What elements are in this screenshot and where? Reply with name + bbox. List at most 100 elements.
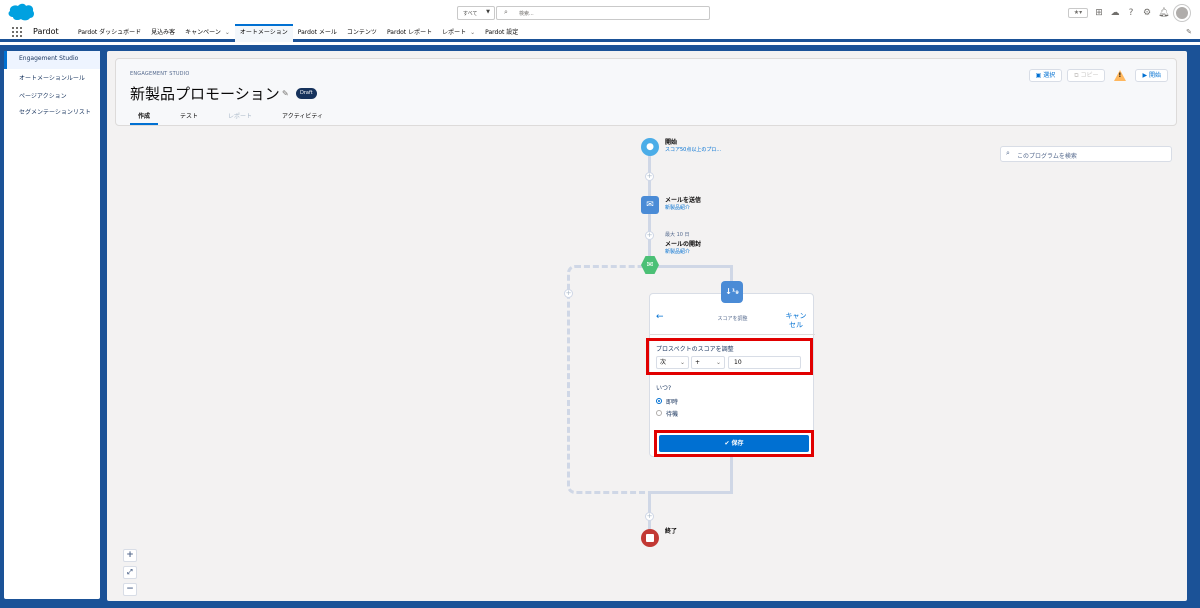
select-button-label: 選択 — [1043, 72, 1056, 79]
nav-item[interactable]: Pardot 設定 — [480, 24, 523, 42]
page-tab[interactable]: テスト — [172, 111, 206, 125]
search-scope-label: すべて — [463, 11, 478, 17]
page-actions: ▣ 選択 ⧉ コピー ! ▶ 開始 — [1028, 69, 1168, 82]
copy-button-label: コピー — [1080, 72, 1099, 79]
start-node-sub[interactable]: スコア50点以上のプロ... — [665, 146, 721, 153]
trailhead-icon[interactable]: ☁ — [1110, 8, 1120, 18]
card-divider — [650, 334, 815, 335]
page-header: ENGAGEMENT STUDIO 新製品プロモーション ✎ Draft 作成テ… — [115, 58, 1177, 126]
nav-items: Pardot ダッシュボード 見込み客 キャンペーン ⌄ オートメーション Pardot … — [73, 24, 523, 42]
global-header: すべて ▼ ⌕ 検索... ★▾ ⊞ ☁ ? ⚙ 🔔︎ — [0, 0, 1200, 24]
nav-item-label: Pardot レポート — [386, 29, 433, 36]
timing-radio-immediate[interactable] — [656, 398, 662, 404]
send-email-node-label: メールを送信 — [665, 197, 702, 204]
search-icon: ⌕ — [504, 8, 508, 16]
search-scope-select[interactable]: すべて ▼ — [457, 6, 495, 20]
start-node-label: 開始 — [665, 139, 678, 146]
zoom-fit-button[interactable]: ⤢ — [123, 566, 137, 579]
nav-item-label: キャンペーン — [185, 29, 221, 36]
main-panel: ENGAGEMENT STUDIO 新製品プロモーション ✎ Draft 作成テ… — [107, 51, 1187, 601]
zoom-out-button[interactable]: − — [123, 583, 137, 596]
score-mode-select[interactable]: 次 ⌄ — [656, 356, 689, 369]
score-amount-input[interactable]: 10 — [728, 356, 801, 369]
score-operator-select[interactable]: + ⌄ — [691, 356, 725, 369]
end-node-icon[interactable] — [641, 529, 659, 547]
nav-item-label: オートメーション — [239, 29, 288, 36]
edit-title-icon[interactable]: ✎ — [282, 89, 289, 98]
connector-line — [657, 265, 733, 268]
edit-nav-icon[interactable]: ✎ — [1186, 28, 1192, 36]
sidebar-item[interactable]: Engagement Studio — [4, 51, 100, 69]
open-email-node-label: メールの開封 — [665, 241, 702, 248]
when-label: いつ? — [656, 385, 672, 392]
add-step-button[interactable]: + — [645, 231, 654, 240]
chevron-down-icon: ▼ — [486, 9, 490, 15]
global-search-placeholder: 検索... — [519, 11, 534, 17]
score-operator-value: + — [695, 359, 701, 366]
page-tab[interactable]: アクティビティ — [274, 111, 331, 125]
user-avatar[interactable] — [1174, 5, 1190, 21]
add-step-button[interactable]: + — [564, 289, 573, 298]
zoom-in-button[interactable]: + — [123, 549, 137, 562]
nav-item[interactable]: Pardot メール — [293, 24, 342, 42]
nav-item-label: 見込み客 — [151, 29, 176, 36]
score-mode-value: 次 — [660, 359, 667, 366]
nav-item[interactable]: Pardot ダッシュボード — [73, 24, 146, 42]
start-button-label: 開始 — [1148, 72, 1161, 79]
score-field-label: プロスペクトのスコアを調整 — [656, 346, 734, 353]
adjust-score-card: ← スコアを調整 キャンセル プロスペクトのスコアを調整 次 ⌄ + ⌄ 10 … — [646, 293, 815, 457]
page-title: 新製品プロモーション — [130, 85, 280, 103]
page-tab: レポート — [228, 113, 253, 120]
left-sidebar: Engagement Studio オートメーションルール ページアクション セグメン… — [4, 51, 100, 599]
adjust-score-icon: ↓¹₉ — [721, 281, 743, 303]
app-nav-bar: Pardot Pardot ダッシュボード 見込み客 キャンペーン ⌄ オートメーション… — [0, 24, 1200, 42]
add-step-button[interactable]: + — [645, 512, 654, 521]
timing-radio-wait[interactable] — [656, 410, 662, 416]
start-button[interactable]: ▶ 開始 — [1135, 69, 1168, 82]
save-button[interactable]: ✔ 保存 — [659, 435, 809, 452]
nav-item-label: Pardot 設定 — [485, 29, 519, 36]
page-tabs: 作成 テスト レポート アクティビティ — [130, 111, 331, 125]
status-badge: Draft — [296, 88, 317, 99]
nav-item[interactable]: レポート ⌄ — [437, 24, 480, 42]
gear-icon[interactable]: ⚙ — [1142, 8, 1152, 18]
nav-item[interactable]: コンテンツ — [342, 24, 382, 42]
bell-icon[interactable]: 🔔︎ — [1158, 8, 1169, 18]
branch-dashed-path — [567, 265, 653, 494]
page-eyebrow: ENGAGEMENT STUDIO — [130, 71, 190, 77]
cancel-link[interactable]: キャンセル — [783, 312, 809, 330]
chevron-down-icon[interactable]: ⌄ — [225, 29, 230, 36]
sidebar-item[interactable]: セグメンテーションリスト — [4, 105, 100, 133]
chevron-down-icon: ⌄ — [679, 359, 685, 366]
start-node-icon[interactable]: ● — [641, 138, 659, 156]
warning-icon[interactable]: ! — [1114, 70, 1127, 81]
copy-button[interactable]: ⧉ コピー — [1067, 69, 1106, 82]
chevron-down-icon[interactable]: ⌄ — [470, 29, 475, 36]
nav-item-label: レポート — [442, 29, 467, 36]
nav-item[interactable]: Pardot レポート — [382, 24, 437, 42]
help-icon[interactable]: ? — [1126, 8, 1136, 18]
sidebar-item[interactable]: オートメーションルール — [4, 69, 100, 87]
flow-canvas[interactable]: + + + + ● 開始 スコア50点以上のプロ... ✉ メールを送信 新製品… — [107, 135, 1187, 601]
sidebar-item[interactable]: ページアクション — [4, 87, 100, 105]
end-node-label: 終了 — [665, 528, 678, 535]
nav-item[interactable]: キャンペーン ⌄ — [180, 24, 235, 42]
add-icon[interactable]: ⊞ — [1094, 8, 1104, 18]
nav-item-label: コンテンツ — [346, 29, 377, 36]
nav-item[interactable]: 見込み客 — [146, 24, 180, 42]
connector-line — [648, 491, 733, 494]
open-email-wait: 最大 10 日 — [665, 232, 690, 238]
page-tab[interactable]: 作成 — [130, 111, 159, 125]
timing-option-immediate[interactable]: 即時 — [666, 397, 678, 406]
send-email-node-icon[interactable]: ✉ — [641, 196, 659, 214]
app-launcher-icon[interactable] — [12, 27, 22, 37]
favorites-button[interactable]: ★▾ — [1068, 8, 1088, 18]
nav-item[interactable]: オートメーション — [234, 24, 293, 42]
select-button[interactable]: ▣ 選択 — [1028, 69, 1063, 82]
open-email-node-sub[interactable]: 新製品紹介 — [665, 248, 690, 255]
global-search-input[interactable]: ⌕ 検索... — [496, 6, 710, 20]
salesforce-logo[interactable] — [7, 3, 35, 21]
send-email-node-sub[interactable]: 新製品紹介 — [665, 204, 690, 211]
timing-option-wait[interactable]: 待機 — [666, 409, 678, 418]
add-step-button[interactable]: + — [645, 172, 654, 181]
